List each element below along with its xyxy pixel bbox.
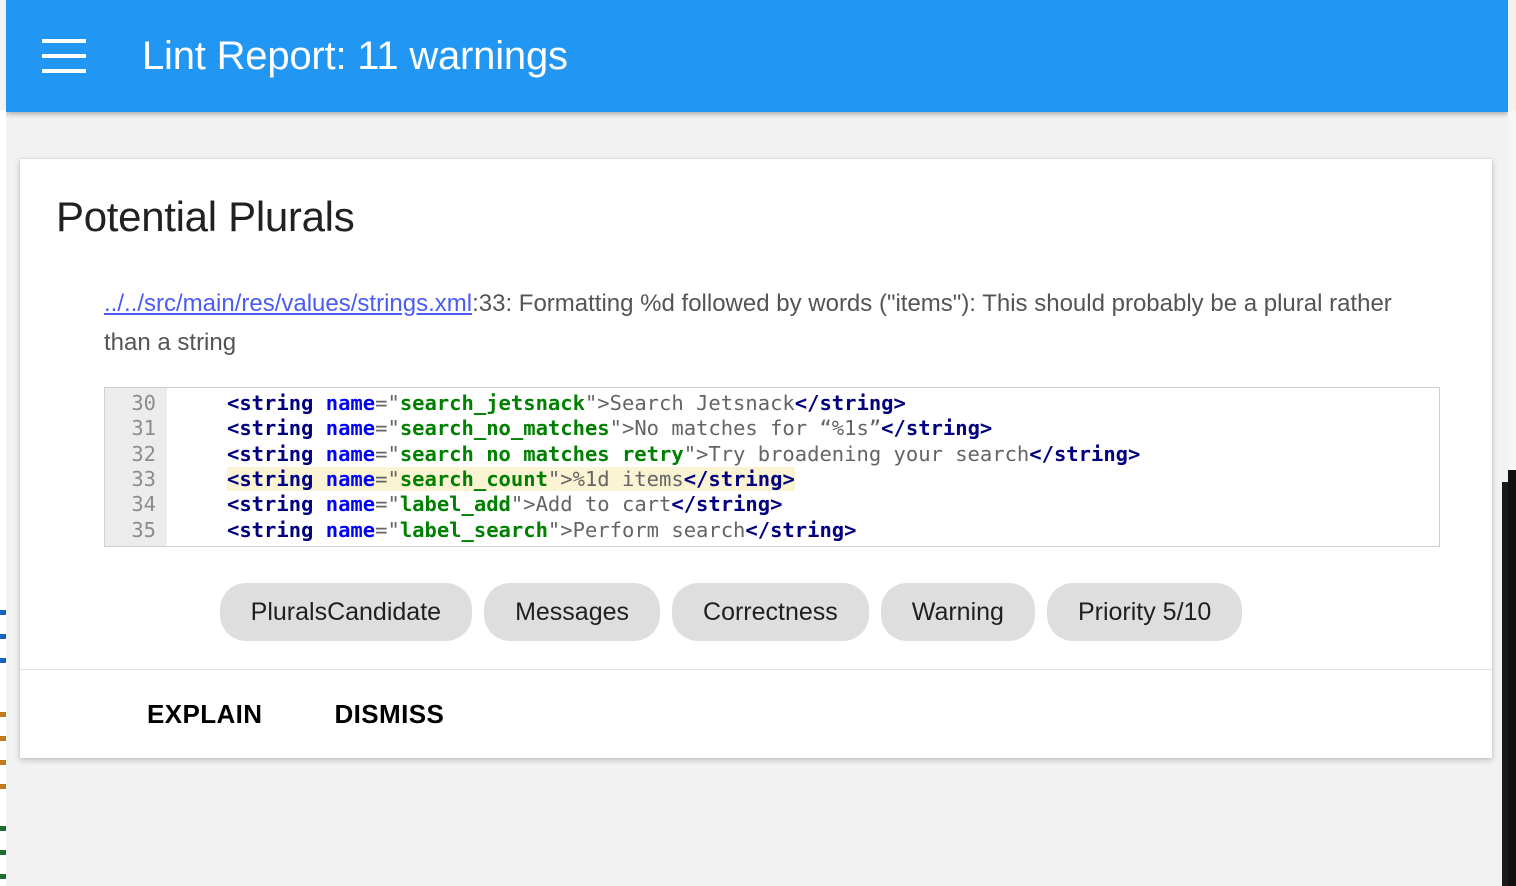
code-line-text: <string name="label_search">Perform sear… xyxy=(227,518,857,542)
code-token-txt: = xyxy=(375,518,387,542)
code-line-source: <string name="label_search">Perform sear… xyxy=(167,518,857,543)
code-token-txt: No matches for “%1s” xyxy=(634,416,881,440)
code-token-txt: " xyxy=(387,442,399,466)
code-line: 32 <string name="search no matches retry"… xyxy=(105,442,1439,467)
code-token-attr: name xyxy=(326,391,375,415)
code-token-val: search_no_matches xyxy=(400,416,610,440)
code-token-attr: name xyxy=(326,467,375,491)
code-token-txt: " xyxy=(387,492,399,516)
issue-file-link[interactable]: ../../src/main/res/values/strings.xml xyxy=(104,290,472,317)
page-scrollbar[interactable] xyxy=(1502,112,1508,886)
metadata-chip[interactable]: Priority 5/10 xyxy=(1047,583,1242,641)
menu-bar-2 xyxy=(42,54,86,58)
code-line: 35 <string name="label_search">Perform se… xyxy=(105,518,1439,543)
code-token-txt: " xyxy=(387,518,399,542)
code-token-txt: Try broadening your search xyxy=(708,442,1029,466)
metadata-chip[interactable]: Messages xyxy=(484,583,660,641)
code-line-source: <string name="search no matches retry">T… xyxy=(167,442,1140,467)
menu-bar-1 xyxy=(42,39,86,43)
code-token-tag: <string xyxy=(227,391,326,415)
metadata-chip[interactable]: Correctness xyxy=(672,583,869,641)
metadata-chip[interactable]: Warning xyxy=(881,583,1035,641)
code-token-txt: Search Jetsnack xyxy=(610,391,795,415)
code-token-attr: name xyxy=(326,416,375,440)
issue-card-footer: EXPLAIN DISMISS xyxy=(20,669,1492,758)
code-token-txt: "> xyxy=(610,416,635,440)
code-line-text: <string name="search_no_matches">No matc… xyxy=(227,416,992,440)
code-line-number: 35 xyxy=(105,518,167,543)
code-token-tag: </string> xyxy=(881,416,992,440)
explain-button[interactable]: EXPLAIN xyxy=(133,689,276,740)
code-token-tag: <string xyxy=(227,518,326,542)
code-token-attr: name xyxy=(326,492,375,516)
code-token-txt: "> xyxy=(585,391,610,415)
code-token-txt: "> xyxy=(548,467,573,491)
code-token-txt: "> xyxy=(548,518,573,542)
code-token-tag: <string xyxy=(227,492,326,516)
hamburger-menu-icon[interactable] xyxy=(42,39,86,73)
issue-card-body: Potential Plurals ../../src/main/res/val… xyxy=(20,159,1492,669)
code-line-source: <string name="label_add">Add to cart</st… xyxy=(167,492,782,517)
code-token-txt: "> xyxy=(511,492,536,516)
code-line-text: <string name="label_add">Add to cart</st… xyxy=(227,492,782,516)
code-line-number: 30 xyxy=(105,391,167,416)
code-line-text: <string name="search no matches retry">T… xyxy=(227,442,1140,466)
code-line-source: <string name="search_jetsnack">Search Je… xyxy=(167,391,906,416)
issue-card: Potential Plurals ../../src/main/res/val… xyxy=(20,159,1492,758)
code-token-txt: " xyxy=(387,416,399,440)
code-line: 31 <string name="search_no_matches">No ma… xyxy=(105,416,1439,441)
code-line-source: <string name="search_no_matches">No matc… xyxy=(167,416,992,441)
code-line: 34 <string name="label_add">Add to cart</… xyxy=(105,492,1439,517)
code-token-txt: = xyxy=(375,442,387,466)
code-token-tag: <string xyxy=(227,467,326,491)
code-token-txt: Add to cart xyxy=(536,492,672,516)
code-token-tag: </string> xyxy=(1029,442,1140,466)
code-token-val: label_add xyxy=(400,492,511,516)
issue-metadata-chips: PluralsCandidateMessagesCorrectnessWarni… xyxy=(56,583,1446,641)
dismiss-button[interactable]: DISMISS xyxy=(320,689,458,740)
code-line-number: 31 xyxy=(105,416,167,441)
code-line-number: 33 xyxy=(105,467,167,492)
code-line-text: <string name="search_count">%1d items</s… xyxy=(227,467,795,491)
code-token-attr: name xyxy=(326,518,375,542)
code-line: 33 <string name="search_count">%1d items<… xyxy=(105,467,1439,492)
issue-description: ../../src/main/res/values/strings.xml:33… xyxy=(104,285,1404,363)
code-token-tag: </string> xyxy=(745,518,856,542)
page-scrollbar-thumb[interactable] xyxy=(1502,482,1508,886)
content-area: Potential Plurals ../../src/main/res/val… xyxy=(6,112,1508,886)
code-token-val: search_count xyxy=(400,467,548,491)
code-token-val: search no matches retry xyxy=(400,442,684,466)
code-token-txt: %1d items xyxy=(573,467,684,491)
menu-bar-3 xyxy=(42,69,86,73)
code-token-val: label_search xyxy=(400,518,548,542)
code-token-txt: "> xyxy=(684,442,709,466)
code-line-number: 34 xyxy=(105,492,167,517)
code-token-tag: <string xyxy=(227,416,326,440)
lint-report-window: Lint Report: 11 warnings Potential Plura… xyxy=(6,0,1508,886)
code-lines: 30<string name="search_jetsnack">Search … xyxy=(105,391,1439,543)
code-line-number: 32 xyxy=(105,442,167,467)
code-token-txt: = xyxy=(375,467,387,491)
code-token-attr: name xyxy=(326,442,375,466)
code-token-txt: = xyxy=(375,416,387,440)
code-line-source: <string name="search_count">%1d items</s… xyxy=(167,467,795,492)
app-bar-title: Lint Report: 11 warnings xyxy=(142,34,568,79)
metadata-chip[interactable]: PluralsCandidate xyxy=(220,583,472,641)
code-token-txt: " xyxy=(387,467,399,491)
code-token-txt: Perform search xyxy=(573,518,746,542)
code-token-txt: " xyxy=(387,391,399,415)
code-token-tag: <string xyxy=(227,442,326,466)
code-line-text: <string name="search_jetsnack">Search Je… xyxy=(227,391,906,415)
app-bar: Lint Report: 11 warnings xyxy=(6,0,1508,112)
code-token-val: search_jetsnack xyxy=(400,391,585,415)
code-token-tag: </string> xyxy=(795,391,906,415)
code-line: 30 <string name="search_jetsnack">Search … xyxy=(105,391,1439,416)
code-token-tag: </string> xyxy=(671,492,782,516)
code-token-tag: </string> xyxy=(684,467,795,491)
code-token-txt: = xyxy=(375,492,387,516)
issue-title: Potential Plurals xyxy=(56,193,1446,241)
code-token-txt: = xyxy=(375,391,387,415)
code-snippet: 30<string name="search_jetsnack">Search … xyxy=(104,387,1440,547)
